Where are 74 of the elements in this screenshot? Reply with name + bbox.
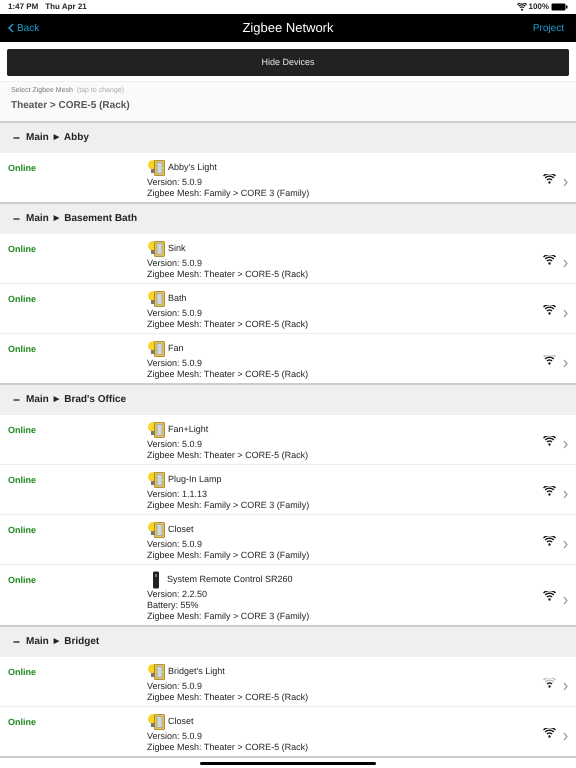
device-name: Abby's Light: [168, 161, 217, 174]
device-detail: Version: 5.0.9: [147, 538, 204, 550]
group-title: Main ► Abby: [26, 131, 89, 146]
device-name: System Remote Control SR260: [167, 573, 293, 586]
device-detail: Version: 5.0.9: [147, 258, 204, 269]
chevron-right-icon: [563, 596, 568, 605]
device-detail: Zigbee Mesh: Theater > CORE-5 (Rack): [147, 742, 310, 753]
wifi-icon: [516, 3, 527, 11]
device-detail: Zigbee Mesh: Family > CORE 3 (Family): [147, 188, 310, 199]
collapse-toggle[interactable]: −: [13, 632, 20, 651]
device-detail: Zigbee Mesh: Theater > CORE-5 (Rack): [147, 450, 310, 461]
device-name: Plug-In Lamp: [168, 473, 222, 486]
device-name: Fan+Light: [168, 423, 208, 436]
group-title: Main ► Brad's Office: [26, 393, 126, 408]
device-name: Fan: [168, 342, 184, 355]
device-name: Closet: [168, 715, 194, 728]
chevron-right-icon: [563, 178, 568, 188]
group-header[interactable]: − Main ► Basement Bath: [0, 204, 576, 234]
mesh-value: Theater > CORE-5 (Rack): [11, 98, 131, 113]
group-header[interactable]: − Main ► Abby: [0, 122, 576, 153]
device-status: Online: [7, 666, 38, 679]
device-detail: Zigbee Mesh: Family > CORE 3 (Family): [147, 550, 310, 561]
device-name: Bath: [168, 292, 187, 305]
device-status: Online: [7, 424, 38, 437]
collapse-toggle[interactable]: −: [13, 210, 20, 228]
device-detail: Zigbee Mesh: Theater > CORE-5 (Rack): [147, 368, 310, 380]
group-title: Main ► Bridget: [26, 635, 100, 650]
status-date: Thu Apr 21: [45, 1, 87, 13]
collapse-toggle[interactable]: −: [13, 390, 20, 409]
chevron-right-icon: [563, 309, 568, 318]
device-detail: Zigbee Mesh: Family > CORE 3 (Family): [147, 610, 310, 622]
device-detail: Zigbee Mesh: Theater > CORE-5 (Rack): [147, 268, 310, 280]
device-status: Online: [7, 574, 38, 587]
device-status: Online: [7, 716, 38, 729]
device-detail: Version: 5.0.9: [147, 358, 204, 369]
chevron-left-icon: [8, 23, 14, 33]
chevron-right-icon: [563, 682, 568, 692]
device-detail: Version: 1.1.13: [147, 488, 208, 500]
chevron-right-icon: [563, 732, 568, 742]
battery-percent: 100%: [528, 1, 549, 13]
device-detail: Zigbee Mesh: Family > CORE 3 (Family): [147, 500, 310, 511]
device-detail: Version: 2.2.50: [147, 588, 208, 600]
device-detail: Version: 5.0.9: [147, 680, 204, 692]
device-detail: Version: 5.0.9: [147, 176, 204, 188]
project-button[interactable]: Project: [532, 20, 568, 36]
chevron-right-icon: [563, 490, 568, 500]
status-time: 1:47 PM: [8, 1, 38, 13]
page-title: Zigbee Network: [242, 19, 334, 38]
back-button[interactable]: Back: [8, 20, 40, 36]
group-title: Main ► Basement Bath: [26, 212, 138, 226]
chevron-right-icon: [563, 259, 568, 268]
device-status: Online: [7, 292, 38, 306]
hide-devices-button[interactable]: Hide Devices: [7, 49, 569, 76]
device-name: Bridget's Light: [168, 665, 225, 678]
group-header[interactable]: − Main ► Bridget: [0, 626, 576, 657]
collapse-toggle[interactable]: −: [13, 128, 20, 147]
chevron-right-icon: [563, 359, 568, 368]
chevron-right-icon: [563, 440, 568, 450]
device-name: Sink: [168, 242, 186, 255]
device-detail: Battery: 55%: [147, 600, 200, 611]
battery-icon: [551, 3, 568, 11]
device-detail: Version: 5.0.9: [147, 438, 204, 450]
device-detail: Version: 5.0.9: [147, 308, 204, 319]
device-status: Online: [7, 524, 38, 537]
device-status: Online: [7, 474, 38, 487]
device-detail: Zigbee Mesh: Theater > CORE-5 (Rack): [147, 318, 310, 330]
device-status: Online: [7, 242, 38, 256]
device-status: Online: [7, 342, 38, 356]
chevron-right-icon: [563, 540, 568, 550]
group-header[interactable]: − Main ► Brad's Office: [0, 384, 576, 415]
device-name: Closet: [168, 523, 194, 536]
device-detail: Zigbee Mesh: Theater > CORE-5 (Rack): [147, 692, 310, 703]
device-status: Online: [7, 162, 38, 175]
device-detail: Version: 5.0.9: [147, 730, 204, 742]
